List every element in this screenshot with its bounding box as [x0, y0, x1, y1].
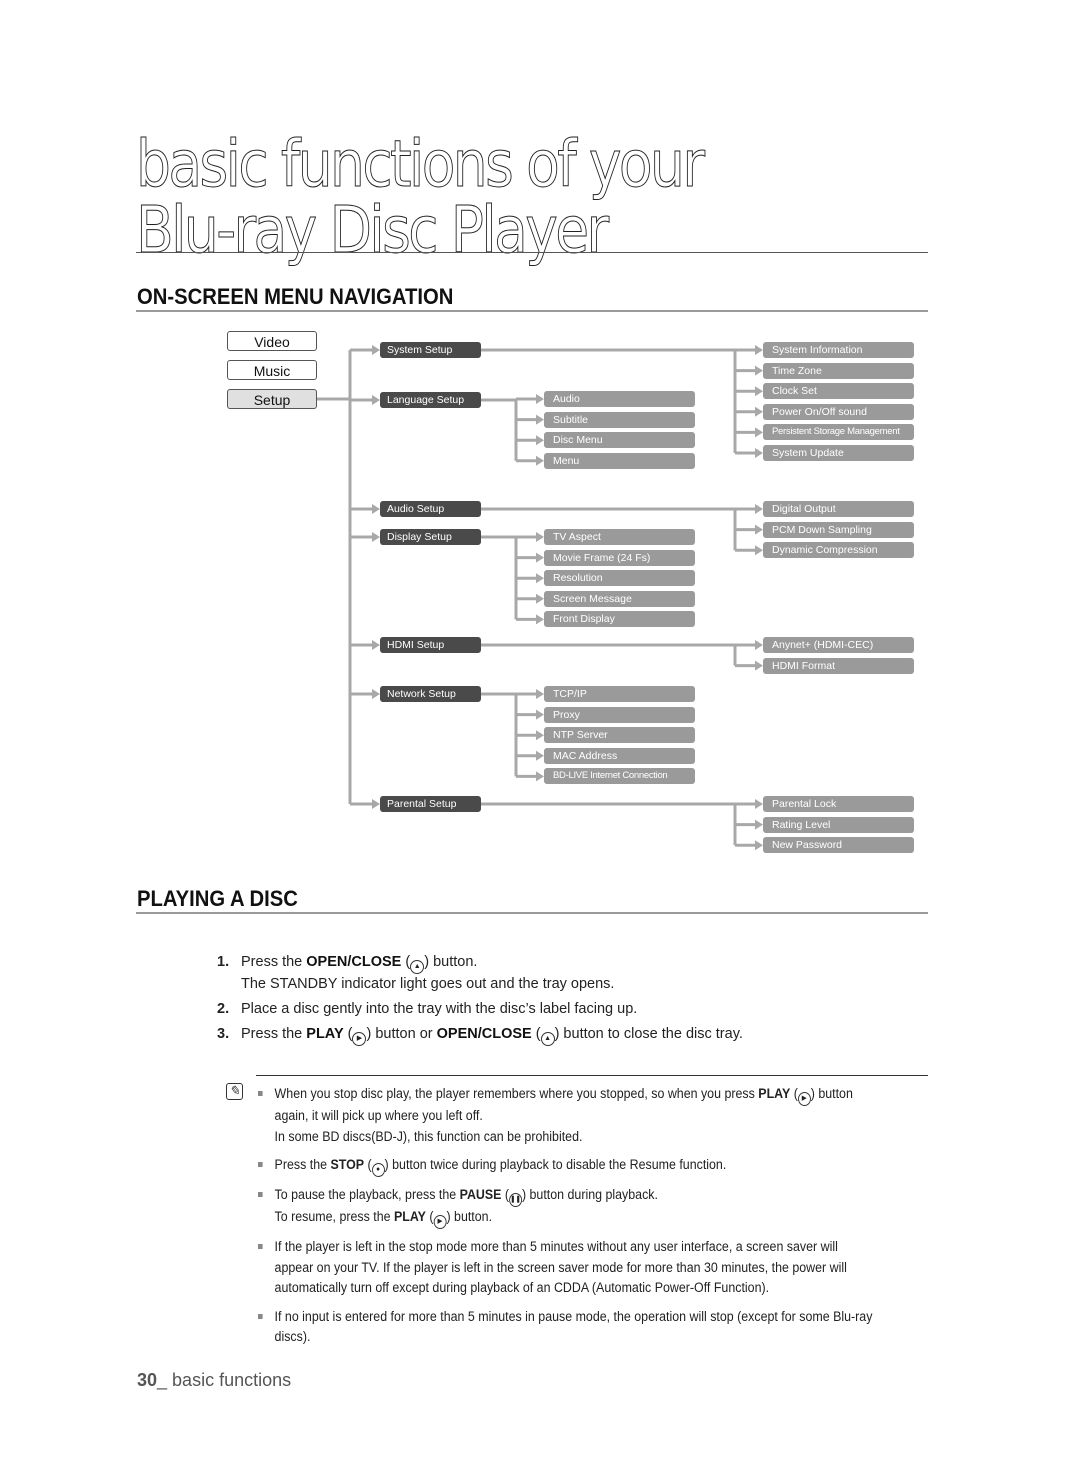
steps-list: 1. Press the OPEN/CLOSE (▲) button. The … [217, 952, 917, 1050]
arrow-head-icon [372, 799, 380, 809]
menu-option-rating-level[interactable]: Rating Level [763, 816, 914, 833]
menu-setup[interactable]: Setup [227, 389, 317, 409]
arrow-head-icon [372, 532, 380, 542]
arrow-head-icon [755, 504, 763, 514]
menu-node-parental-setup[interactable]: Parental Setup [380, 796, 481, 812]
menu-option-resolution[interactable]: Resolution [544, 570, 695, 587]
menu-node-system-setup[interactable]: System Setup [380, 342, 481, 358]
menu-option-audio[interactable]: Audio [544, 391, 695, 407]
note-item: When you stop disc play, the player reme… [258, 1084, 876, 1147]
arrow-head-icon [536, 552, 544, 563]
note-item: If the player is left in the stop mode m… [258, 1237, 876, 1299]
menu-option-screen-message[interactable]: Screen Message [544, 590, 695, 607]
menu-option-time-zone[interactable]: Time Zone [763, 362, 914, 379]
section-divider [136, 912, 928, 914]
arrow-head-icon [536, 689, 544, 699]
menu-option-proxy[interactable]: Proxy [544, 706, 695, 723]
play-icon: ▶ [797, 1092, 811, 1106]
menu-option-digital-output[interactable]: Digital Output [763, 501, 914, 517]
arrow-head-icon [755, 545, 763, 556]
menu-option-tcp-ip[interactable]: TCP/IP [544, 686, 695, 702]
arrow-head-icon [536, 614, 544, 625]
arrow-head-icon [372, 395, 380, 405]
menu-option-clock-set[interactable]: Clock Set [763, 383, 914, 400]
note-pencil-icon: ✎ [226, 1083, 243, 1100]
note-divider [256, 1075, 928, 1076]
menu-option-system-update[interactable]: System Update [763, 445, 914, 461]
arrow-head-icon [755, 660, 763, 671]
arrow-head-icon [755, 427, 763, 438]
page-footer: 30_ basic functions [137, 1370, 291, 1391]
arrow-head-icon [755, 406, 763, 417]
menu-option-power-on-off-sound[interactable]: Power On/Off sound [763, 403, 914, 420]
menu-node-audio-setup[interactable]: Audio Setup [380, 501, 481, 517]
notes-list: When you stop disc play, the player reme… [258, 1084, 876, 1356]
arrow-head-icon [536, 730, 544, 741]
arrow-head-icon [536, 573, 544, 584]
arrow-head-icon [755, 819, 763, 830]
menu-node-network-setup[interactable]: Network Setup [380, 686, 481, 702]
menu-option-parental-lock[interactable]: Parental Lock [763, 796, 914, 812]
arrow-head-icon [536, 455, 544, 466]
menu-node-display-setup[interactable]: Display Setup [380, 529, 481, 545]
connector-lines [317, 345, 763, 851]
arrow-head-icon [536, 593, 544, 604]
menu-option-system-information[interactable]: System Information [763, 342, 914, 358]
arrow-head-icon [372, 345, 380, 355]
arrow-head-icon [536, 435, 544, 446]
menu-option-movie-frame-24-fs-[interactable]: Movie Frame (24 Fs) [544, 549, 695, 566]
menu-option-subtitle[interactable]: Subtitle [544, 411, 695, 428]
menu-option-anynet-hdmi-cec-[interactable]: Anynet+ (HDMI-CEC) [763, 637, 914, 653]
menu-option-persistent-storage-management[interactable]: Persistent Storage Management [763, 424, 914, 441]
arrow-head-icon [755, 345, 763, 355]
step-item: 2. Place a disc gently into the tray wit… [217, 1001, 638, 1017]
page-number: 30 [137, 1370, 158, 1390]
arrow-head-icon [755, 840, 763, 851]
play-icon: ▶ [352, 1032, 367, 1046]
note-item: If no input is entered for more than 5 m… [258, 1307, 876, 1348]
eject-icon: ▲ [410, 960, 425, 974]
menu-option-hdmi-format[interactable]: HDMI Format [763, 657, 914, 674]
menu-node-hdmi-setup[interactable]: HDMI Setup [380, 637, 481, 653]
arrow-head-icon [755, 448, 763, 458]
note-item: Press the STOP (●) button twice during p… [258, 1155, 876, 1177]
menu-option-tv-aspect[interactable]: TV Aspect [544, 529, 695, 545]
arrow-head-icon [536, 709, 544, 720]
arrow-head-icon [372, 689, 380, 699]
step-item: 1. Press the OPEN/CLOSE (▲) button. The … [217, 954, 615, 992]
section-heading-playing-disc: PLAYING A DISC [137, 886, 298, 911]
arrow-head-icon [755, 640, 763, 650]
menu-option-mac-address[interactable]: MAC Address [544, 747, 695, 764]
arrow-head-icon [755, 799, 763, 809]
menu-option-front-display[interactable]: Front Display [544, 611, 695, 628]
menu-node-language-setup[interactable]: Language Setup [380, 392, 481, 408]
arrow-head-icon [755, 386, 763, 397]
menu-video[interactable]: Video [227, 331, 317, 351]
menu-tree-diagram: Video Music Setup System Setup System Inf… [0, 0, 1080, 870]
arrow-head-icon [536, 414, 544, 425]
menu-music[interactable]: Music [227, 360, 317, 380]
stop-icon: ● [371, 1163, 385, 1177]
eject-icon: ▲ [540, 1032, 555, 1046]
play-icon: ▶ [433, 1215, 447, 1229]
step-item: 3. Press the PLAY (▶) button or OPEN/CLO… [217, 1024, 917, 1046]
arrow-head-icon [536, 532, 544, 542]
menu-option-menu[interactable]: Menu [544, 452, 695, 469]
arrow-head-icon [372, 640, 380, 650]
arrow-head-icon [755, 524, 763, 535]
menu-option-ntp-server[interactable]: NTP Server [544, 727, 695, 744]
arrow-head-icon [755, 365, 763, 376]
arrow-head-icon [536, 750, 544, 761]
note-item: To pause the playback, press the PAUSE (… [258, 1185, 876, 1229]
menu-option-bd-live-internet-connection[interactable]: BD-LIVE Internet Connection [544, 768, 695, 785]
footer-label: _ basic functions [157, 1370, 292, 1390]
menu-option-disc-menu[interactable]: Disc Menu [544, 432, 695, 449]
arrow-head-icon [536, 771, 544, 782]
menu-option-dynamic-compression[interactable]: Dynamic Compression [763, 542, 914, 559]
arrow-head-icon [536, 394, 544, 404]
arrow-head-icon [372, 504, 380, 514]
menu-option-pcm-down-sampling[interactable]: PCM Down Sampling [763, 521, 914, 538]
menu-option-new-password[interactable]: New Password [763, 837, 914, 854]
pause-icon: ❚❚ [509, 1193, 522, 1207]
